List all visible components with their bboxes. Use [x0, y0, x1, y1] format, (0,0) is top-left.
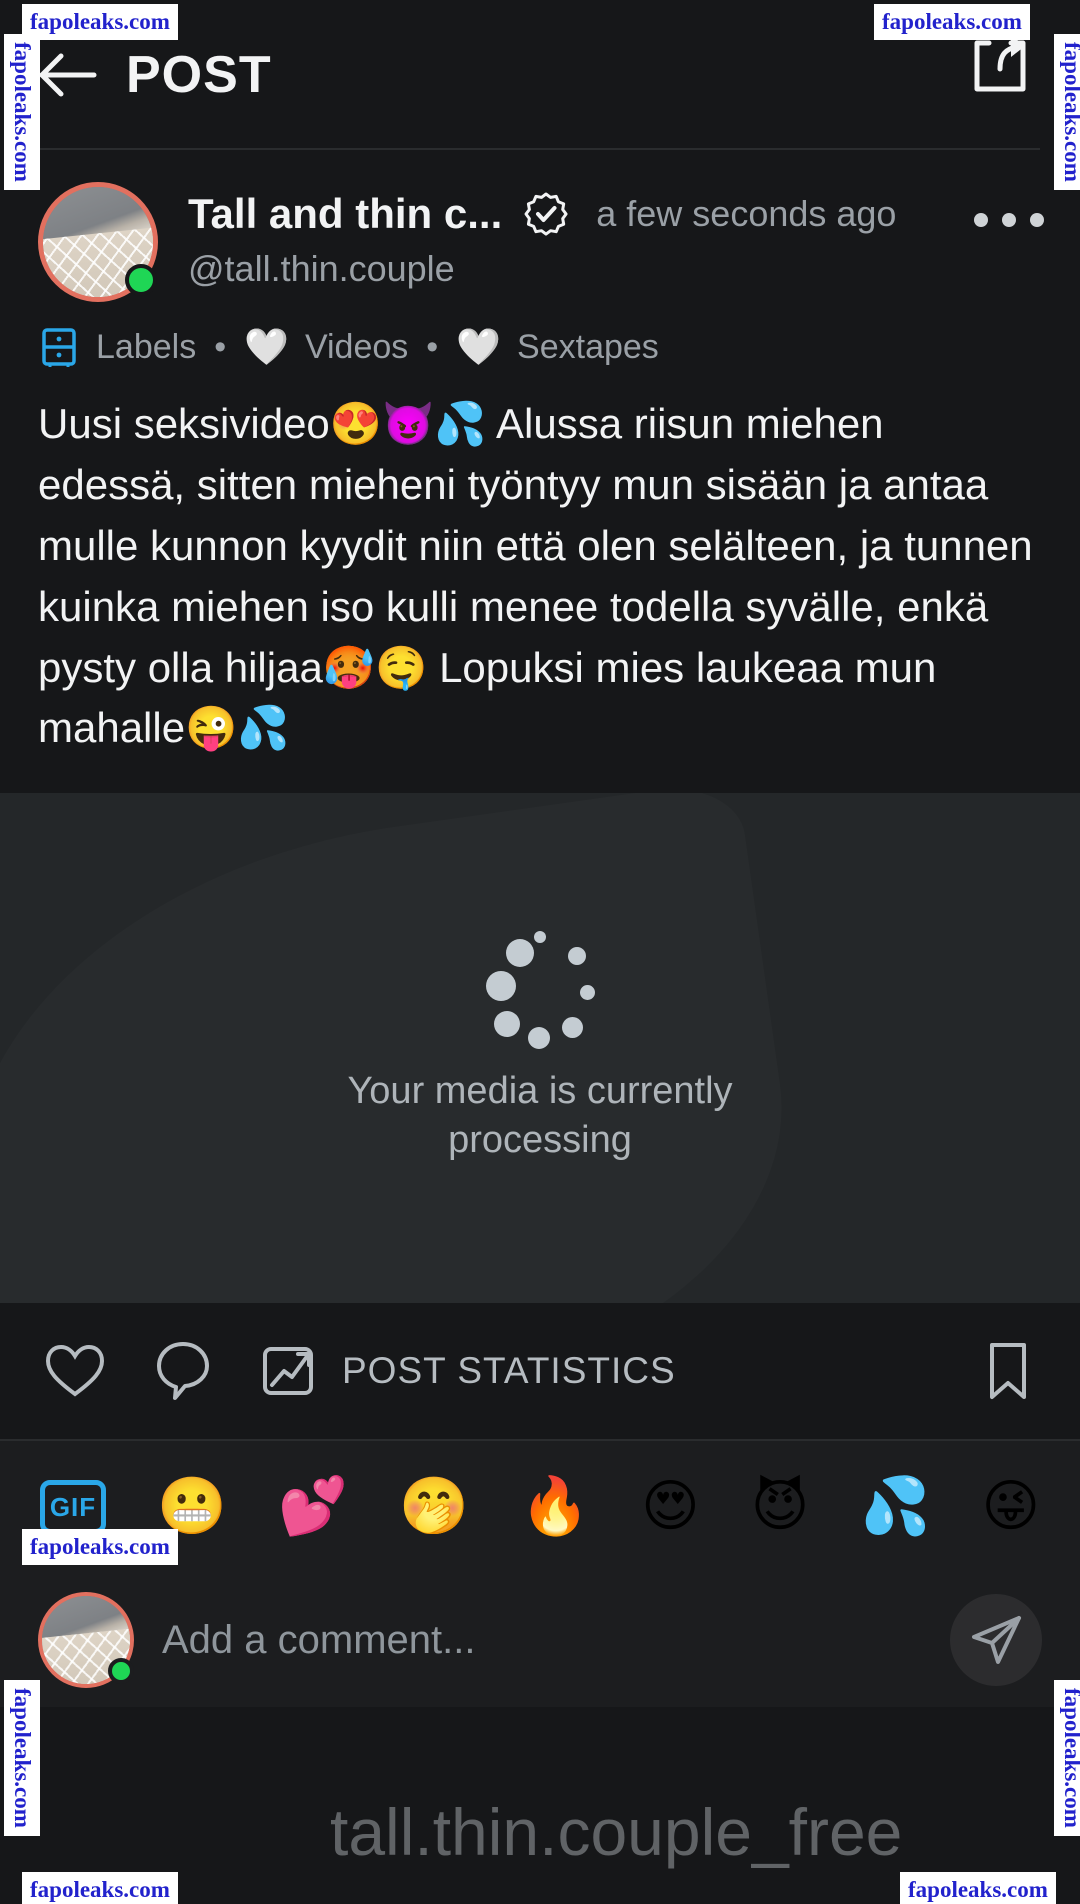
gif-button[interactable]: GIF: [40, 1480, 106, 1535]
labels-row: Labels • 🤍 Videos • 🤍 Sextapes: [0, 302, 1080, 368]
author-name[interactable]: Tall and thin c...: [188, 190, 502, 238]
send-icon: [972, 1616, 1021, 1665]
app-header: POST: [0, 0, 1080, 150]
chart-statistics-icon: [263, 1347, 313, 1396]
like-button[interactable]: [44, 1342, 106, 1400]
arrow-left-icon: [39, 53, 97, 97]
grimacing-face-emoji[interactable]: 😬: [157, 1479, 227, 1535]
more-options-icon: [1002, 213, 1016, 227]
site-watermark: fapoleaks.com: [900, 1872, 1056, 1904]
sweat-droplets-emoji[interactable]: 💦: [861, 1479, 931, 1535]
comment-button[interactable]: [154, 1340, 212, 1402]
winking-face-with-tongue-emoji[interactable]: 😜: [982, 1479, 1040, 1535]
comment-input-bar: [0, 1573, 1080, 1708]
author-handle[interactable]: @tall.thin.couple: [188, 248, 1042, 290]
labels-cabinet-icon: [42, 328, 76, 367]
more-options-icon: [974, 213, 988, 227]
avatar[interactable]: [38, 182, 158, 302]
label-text: Videos: [304, 327, 409, 366]
page-title: POST: [126, 46, 272, 104]
share-icon: [974, 35, 1026, 92]
white-heart-emoji: 🤍: [456, 327, 502, 368]
smiling-face-with-horns-emoji[interactable]: 😈: [751, 1479, 809, 1535]
heart-icon: [45, 1345, 105, 1397]
bookmark-button[interactable]: [984, 1340, 1032, 1402]
post-screen: POST Tall and thin c... a few seconds ag…: [0, 0, 1080, 1904]
author-meta: Tall and thin c... a few seconds ago @ta…: [188, 182, 1042, 290]
bookmark-icon: [990, 1343, 1026, 1400]
overlay-watermark-text: tall.thin.couple_free: [330, 1795, 903, 1869]
white-heart-emoji: 🤍: [244, 327, 289, 368]
post-body-text: Uusi seksivideo😍😈💦 Alussa riisun miehen …: [38, 400, 1033, 752]
more-options-icon: [1030, 213, 1044, 227]
media-background-shape: [0, 793, 815, 1303]
fire-emoji[interactable]: 🔥: [520, 1479, 590, 1535]
media-processing-message: Your media is currently processing: [347, 1069, 733, 1162]
face-with-hand-over-mouth-emoji[interactable]: 🤭: [399, 1479, 469, 1535]
label-separator: •: [214, 327, 227, 366]
back-button[interactable]: [32, 39, 104, 111]
verified-badge-icon: [524, 192, 568, 236]
online-status-dot: [125, 264, 157, 296]
label-chip-videos[interactable]: 🤍 Videos: [244, 326, 408, 368]
emoji-reaction-bar: GIF 😬 💕 🤭 🔥 😍 😈 💦 😜: [0, 1441, 1080, 1574]
post-action-bar: POST STATISTICS: [0, 1303, 1080, 1442]
label-separator: •: [426, 327, 439, 366]
post-statistics-label: POST STATISTICS: [342, 1350, 676, 1392]
label-text: Sextapes: [517, 327, 659, 366]
comment-bubble-icon: [157, 1342, 209, 1401]
post-statistics-button[interactable]: POST STATISTICS: [260, 1341, 676, 1401]
label-text: Labels: [96, 327, 197, 366]
loading-spinner-icon: [484, 930, 596, 1049]
site-watermark: fapoleaks.com: [22, 1872, 178, 1904]
author-row: Tall and thin c... a few seconds ago @ta…: [0, 150, 1080, 302]
comment-input[interactable]: [162, 1617, 950, 1663]
online-status-dot: [108, 1658, 134, 1685]
send-comment-button[interactable]: [950, 1594, 1042, 1687]
label-chip-sextapes[interactable]: 🤍 Sextapes: [456, 326, 659, 368]
label-chip-labels[interactable]: Labels: [38, 326, 196, 368]
avatar[interactable]: [38, 1592, 134, 1689]
media-container[interactable]: Your media is currently processing: [0, 793, 1080, 1304]
post-timestamp: a few seconds ago: [596, 193, 897, 234]
share-button[interactable]: [962, 26, 1038, 102]
two-hearts-emoji[interactable]: 💕: [278, 1479, 348, 1535]
more-options-button[interactable]: [974, 198, 1044, 242]
author-name-row: Tall and thin c... a few seconds ago: [188, 190, 1042, 238]
smiling-face-with-hearts-eyes-emoji[interactable]: 😍: [641, 1479, 699, 1535]
